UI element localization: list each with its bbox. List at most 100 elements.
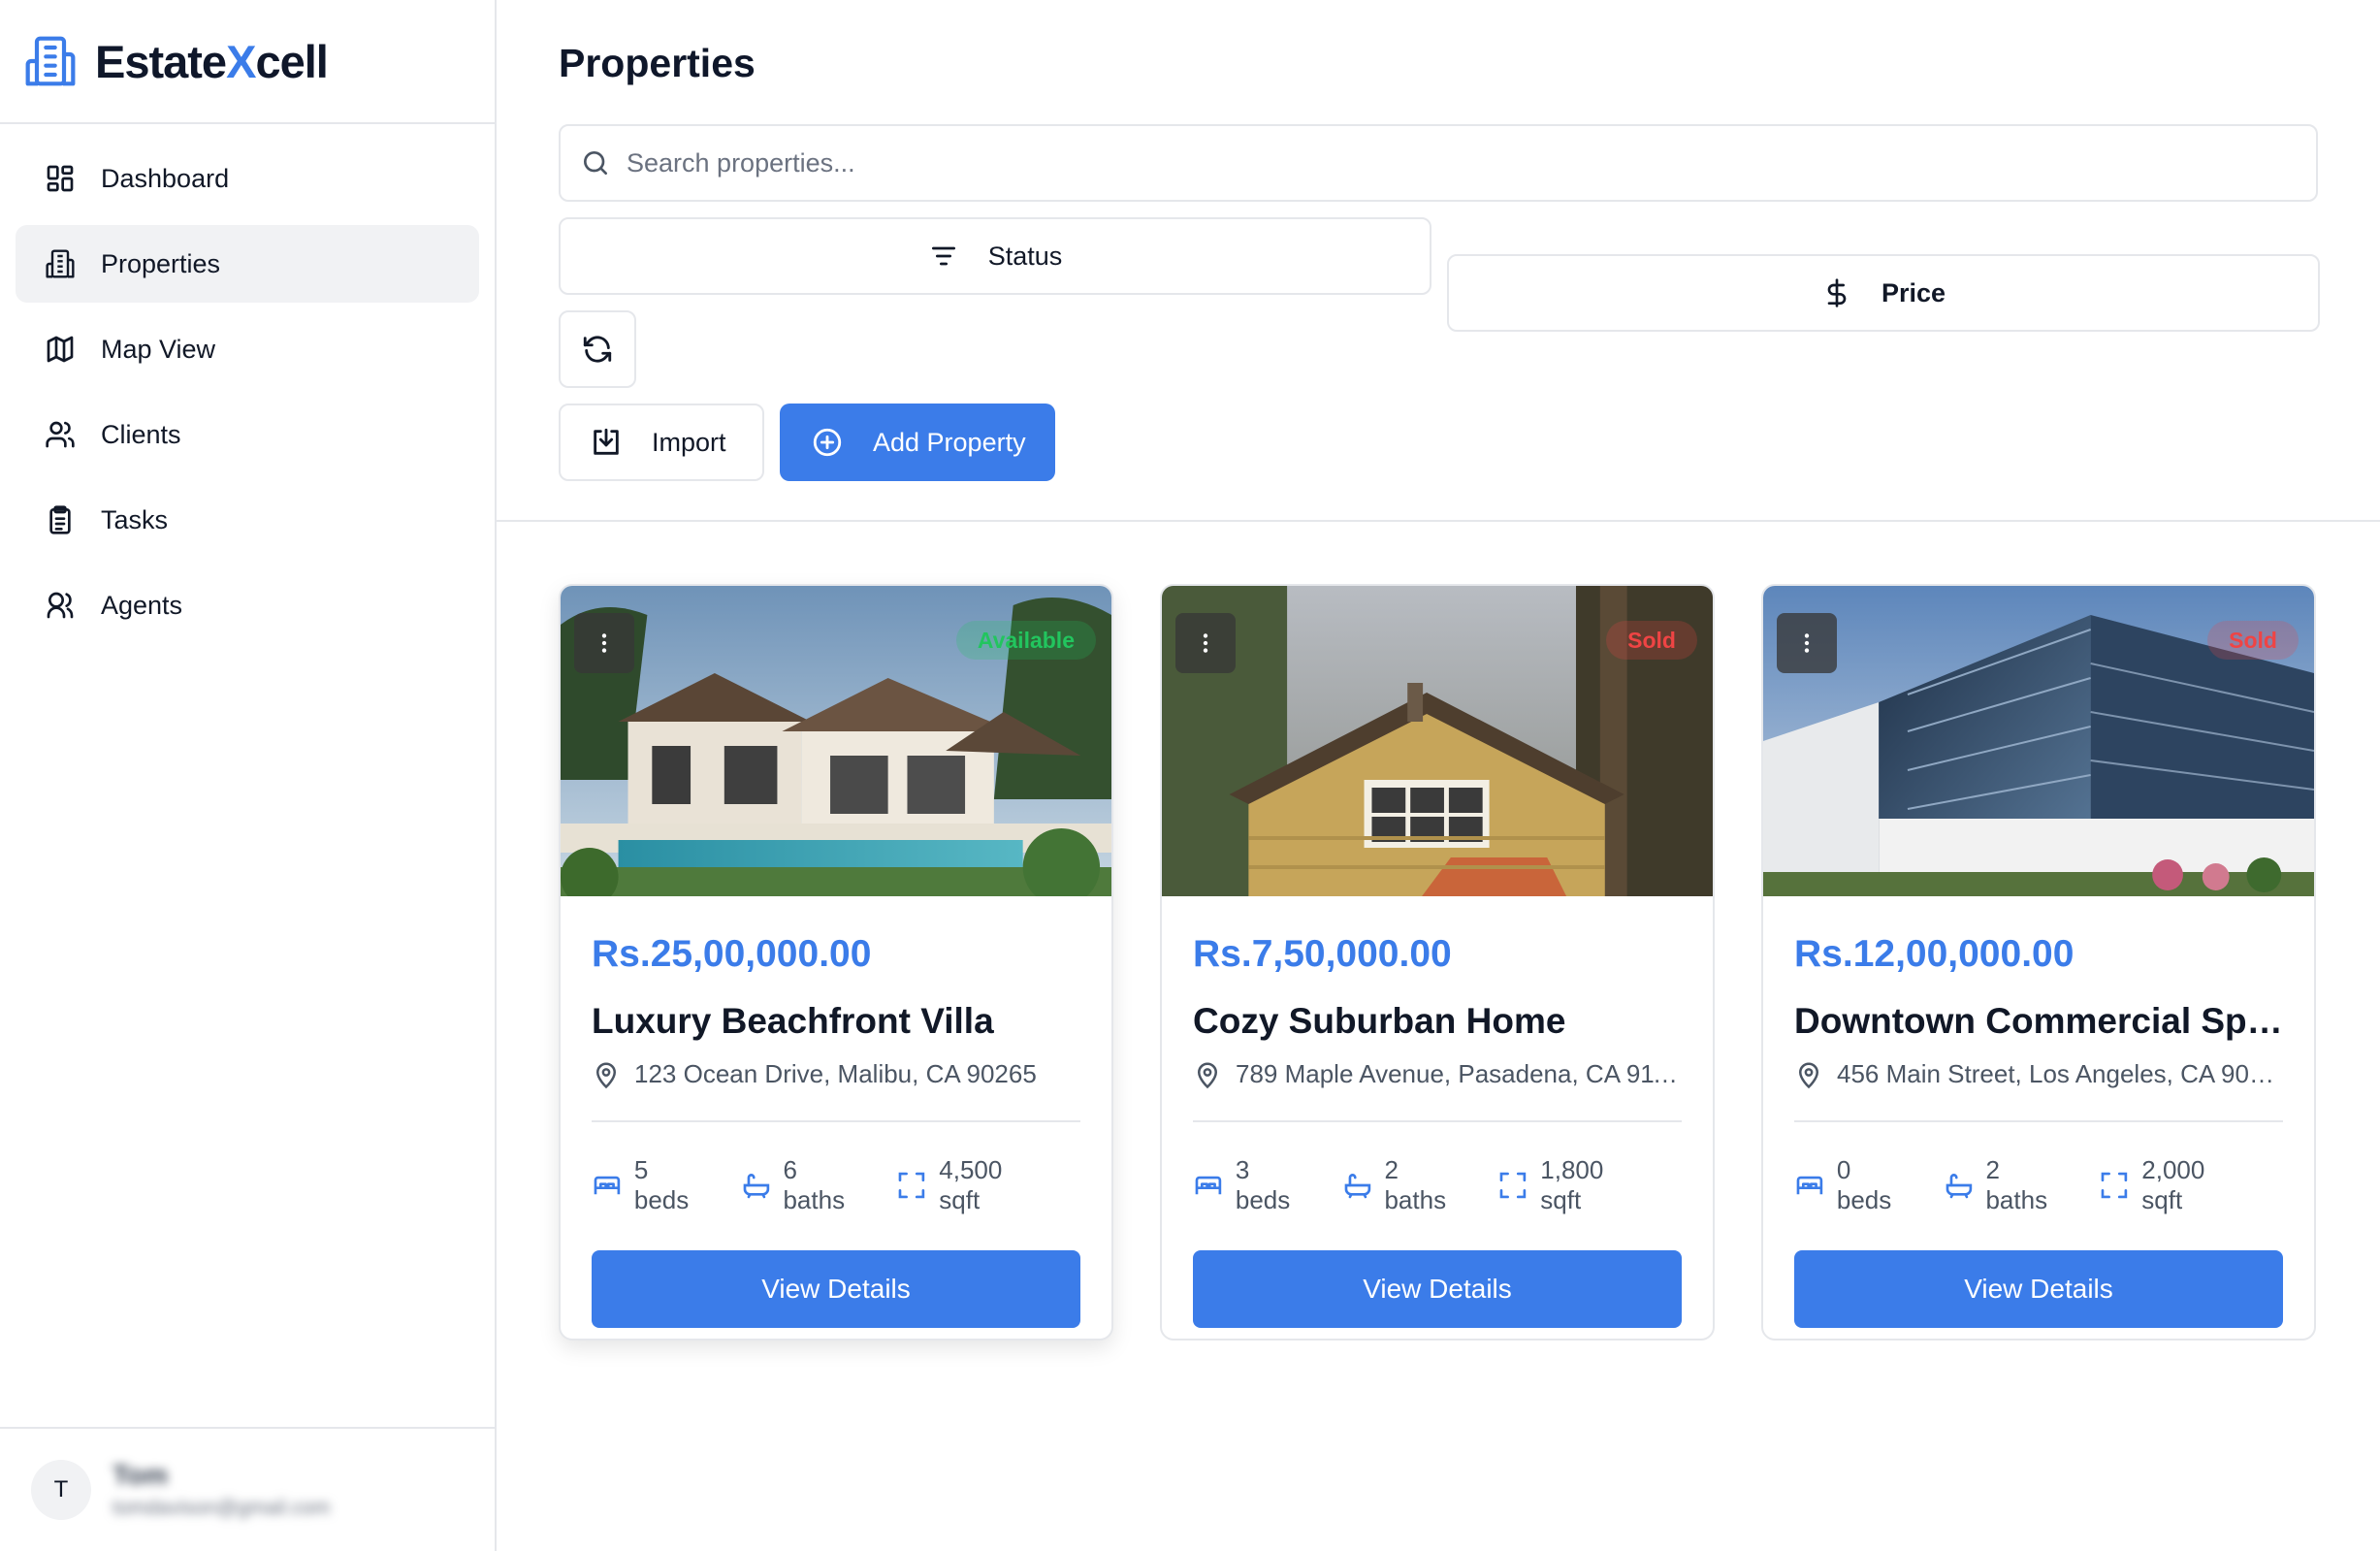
sidebar-item-map-view[interactable]: Map View — [16, 310, 479, 388]
property-photo[interactable]: Sold — [1162, 586, 1713, 896]
property-card: Sold Rs.12,00,000.00 Downtown Commercial… — [1761, 584, 2316, 1341]
more-vertical-icon — [1804, 633, 1810, 653]
bath-icon — [1344, 1174, 1370, 1199]
property-price: Rs.12,00,000.00 — [1794, 933, 2074, 975]
area-size: 4,500 sqft — [939, 1155, 1003, 1214]
divider — [1794, 1120, 2283, 1122]
more-options-button[interactable] — [1777, 613, 1837, 673]
baths-count: 2 baths — [1384, 1155, 1447, 1214]
view-details-button[interactable]: View Details — [1193, 1250, 1682, 1328]
property-title: Cozy Suburban Home — [1193, 1001, 1566, 1041]
import-label: Import — [652, 427, 726, 457]
building-icon — [46, 249, 75, 278]
clipboard-icon — [49, 505, 71, 534]
property-price: Rs.25,00,000.00 — [592, 933, 872, 975]
card-body: Rs.25,00,000.00 Luxury Beachfront Villa … — [561, 933, 1111, 1328]
bath-icon — [743, 1174, 769, 1199]
beds-feature: 3 beds — [1193, 1155, 1311, 1215]
dollar-icon — [1827, 278, 1847, 307]
more-options-button[interactable] — [1175, 613, 1236, 673]
beds-count: 5 beds — [633, 1155, 690, 1214]
toolbar: Properties Status Price — [497, 0, 2380, 522]
more-vertical-icon — [1203, 633, 1208, 653]
baths-count: 6 baths — [783, 1155, 846, 1214]
view-details-label: View Details — [1964, 1274, 2113, 1304]
add-property-label: Add Property — [873, 427, 1026, 457]
dashboard-icon — [47, 165, 74, 192]
property-features: 0 beds 2 baths 2,000 sqft — [1794, 1155, 2283, 1215]
status-filter-label: Status — [987, 241, 1063, 271]
divider — [1193, 1120, 1682, 1122]
price-filter-label: Price — [1881, 277, 1946, 307]
property-address: 123 Ocean Drive, Malibu, CA 90265 — [634, 1059, 1037, 1088]
status-badge: Sold — [2207, 621, 2299, 660]
user-name: Tom — [113, 1460, 169, 1490]
search-box[interactable] — [559, 124, 2318, 202]
refresh-button[interactable] — [559, 310, 636, 388]
view-details-label: View Details — [1363, 1274, 1512, 1304]
price-filter-button[interactable]: Price — [1447, 254, 2320, 332]
bath-icon — [1946, 1174, 1972, 1199]
import-icon — [594, 428, 619, 455]
status-badge: Available — [955, 621, 1096, 660]
map-icon — [47, 336, 74, 363]
user-group-icon — [47, 592, 74, 619]
area-icon — [899, 1172, 925, 1199]
address-row: 123 Ocean Drive, Malibu, CA 90265 — [592, 1059, 1080, 1089]
property-card: Sold Rs.7,50,000.00 Cozy Suburban Home 7… — [1160, 584, 1715, 1341]
area-size: 1,800 sqft — [1540, 1155, 1604, 1214]
user-info: Tom tomdavison@gmail.com — [113, 1460, 330, 1520]
view-details-label: View Details — [761, 1274, 911, 1304]
refresh-icon — [583, 336, 612, 363]
address-row: 456 Main Street, Los Angeles, CA 90012 — [1794, 1059, 2283, 1089]
property-photo[interactable]: Sold — [1763, 586, 2314, 896]
more-options-button[interactable] — [574, 613, 634, 673]
area-icon — [2102, 1172, 2128, 1199]
view-details-button[interactable]: View Details — [1794, 1250, 2283, 1328]
property-features: 3 beds 2 baths 1,800 sqft — [1193, 1155, 1682, 1215]
sidebar-item-label: Agents — [101, 590, 183, 620]
baths-count: 2 baths — [1985, 1155, 2048, 1214]
property-card: Available Rs.25,00,000.00 Luxury Beachfr… — [559, 584, 1113, 1341]
building-logo-icon — [25, 36, 76, 86]
user-profile[interactable]: T Tom tomdavison@gmail.com — [0, 1427, 495, 1551]
users-icon — [46, 421, 75, 448]
area-feature: 4,500 sqft — [896, 1155, 1049, 1215]
divider — [592, 1120, 1080, 1122]
beds-count: 3 beds — [1235, 1155, 1291, 1214]
sidebar-nav: Dashboard Properties Map View Clients Ta… — [0, 124, 495, 644]
brand[interactable]: EstateXcell — [0, 0, 495, 124]
sidebar-item-agents[interactable]: Agents — [16, 566, 479, 644]
property-title: Luxury Beachfront Villa — [592, 1001, 994, 1041]
address-row: 789 Maple Avenue, Pasadena, CA 91101 — [1193, 1059, 1682, 1089]
search-icon — [584, 151, 607, 175]
sidebar-item-label: Map View — [101, 334, 216, 364]
sidebar-item-tasks[interactable]: Tasks — [16, 481, 479, 559]
more-vertical-icon — [601, 633, 607, 653]
status-filter-button[interactable]: Status — [559, 217, 1431, 295]
main-content: Properties Status Price — [497, 0, 2380, 1551]
baths-feature: 2 baths — [1944, 1155, 2069, 1215]
property-photo[interactable]: Available — [561, 586, 1111, 896]
area-size: 2,000 sqft — [2141, 1155, 2205, 1214]
area-icon — [1500, 1172, 1527, 1199]
area-feature: 1,800 sqft — [1497, 1155, 1651, 1215]
sidebar-item-label: Tasks — [101, 504, 169, 534]
search-input[interactable] — [627, 147, 2316, 178]
card-body: Rs.12,00,000.00 Downtown Commercial Spac… — [1763, 933, 2314, 1328]
sidebar: EstateXcell Dashboard Properties Map Vie… — [0, 0, 497, 1551]
sidebar-item-dashboard[interactable]: Dashboard — [16, 140, 479, 217]
app-name: EstateXcell — [95, 35, 329, 87]
import-button[interactable]: Import — [559, 404, 764, 481]
sidebar-item-properties[interactable]: Properties — [16, 225, 479, 303]
property-title: Downtown Commercial Space — [1794, 1001, 2283, 1041]
property-address: 789 Maple Avenue, Pasadena, CA 91101 — [1236, 1059, 1682, 1088]
property-grid: Available Rs.25,00,000.00 Luxury Beachfr… — [559, 584, 2316, 1341]
add-property-button[interactable]: Add Property — [780, 404, 1055, 481]
beds-feature: 5 beds — [592, 1155, 710, 1215]
view-details-button[interactable]: View Details — [592, 1250, 1080, 1328]
bed-icon — [594, 1176, 621, 1195]
avatar: T — [31, 1460, 91, 1520]
sidebar-item-clients[interactable]: Clients — [16, 396, 479, 473]
property-price: Rs.7,50,000.00 — [1193, 933, 1452, 975]
